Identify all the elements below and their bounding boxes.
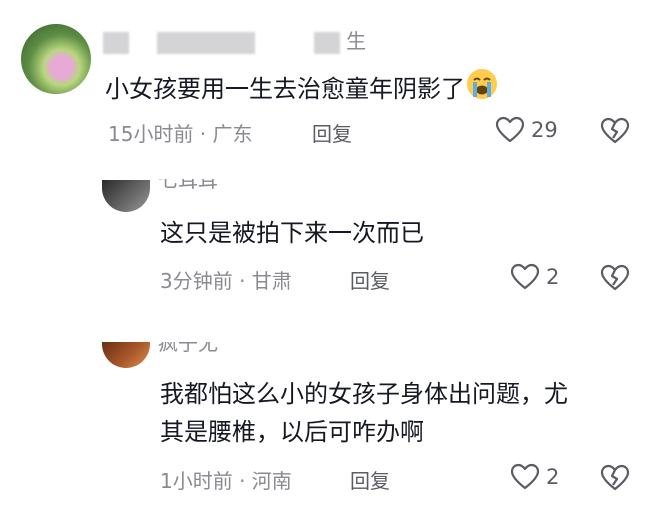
comment-username[interactable]: 七耳耳 (158, 179, 218, 199)
loudly-crying-face-icon (467, 69, 497, 99)
broken-heart-outline-icon[interactable] (600, 264, 630, 292)
comment-meta: 15小时前 · 广东 (108, 122, 253, 146)
comment-username[interactable]: 生 (103, 25, 366, 54)
comment-text: 我都怕这么小的女孩子身体出问题，尤 其是腰椎，以后可咋办啊 (160, 380, 568, 446)
heart-outline-icon (510, 263, 540, 290)
broken-heart-outline-icon[interactable] (600, 464, 630, 492)
like-count: 2 (546, 465, 560, 489)
broken-heart-outline-icon[interactable] (600, 117, 630, 145)
like-button[interactable]: 2 (510, 463, 559, 491)
reply-button[interactable]: 回复 (350, 465, 390, 494)
heart-outline-icon (510, 463, 540, 490)
like-button[interactable]: 2 (510, 263, 559, 291)
reply-button[interactable]: 回复 (312, 118, 352, 147)
comment-text: 小女孩要用一生去治愈童年阴影了 (105, 67, 499, 108)
comment-meta: 1小时前 · 河南 (160, 469, 292, 493)
avatar[interactable] (102, 342, 150, 368)
like-count: 29 (531, 118, 558, 142)
comment-text: 这只是被拍下来一次而已 (160, 219, 424, 247)
reply-button[interactable]: 回复 (350, 265, 390, 294)
like-count: 2 (546, 265, 560, 289)
avatar[interactable] (102, 180, 150, 212)
comment-username[interactable]: 疯子无 (158, 342, 218, 362)
heart-outline-icon (495, 116, 525, 143)
comment-meta: 3分钟前 · 甘肃 (160, 269, 292, 293)
like-button[interactable]: 29 (495, 116, 558, 144)
avatar[interactable] (21, 24, 91, 94)
